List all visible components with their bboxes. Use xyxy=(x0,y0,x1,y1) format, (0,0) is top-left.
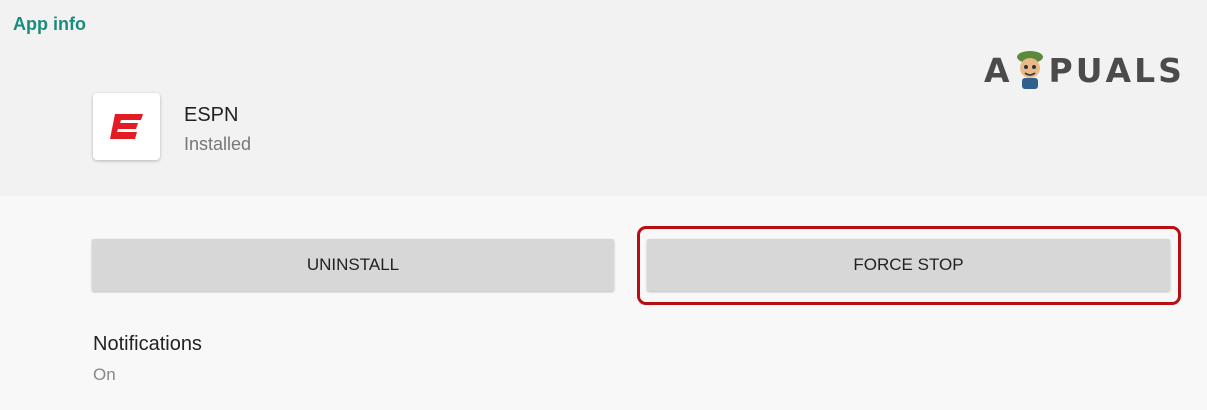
page-title: App info xyxy=(13,14,86,34)
notifications-title: Notifications xyxy=(93,333,202,355)
watermark-letter: A xyxy=(984,50,1013,90)
espn-app-icon xyxy=(93,93,160,160)
watermark-letter: U xyxy=(1075,50,1106,90)
app-name: ESPN xyxy=(184,104,239,126)
uninstall-button[interactable]: UNINSTALL xyxy=(92,239,614,291)
watermark-letter: A xyxy=(1105,50,1135,90)
espn-logo-icon xyxy=(110,114,143,139)
app-install-status: Installed xyxy=(184,134,252,154)
app-header: App info A P U A L S ESPN Installed xyxy=(0,0,1207,196)
appuals-mascot-icon xyxy=(1016,51,1043,89)
force-stop-button[interactable]: FORCE STOP xyxy=(647,239,1170,291)
watermark-letter: L xyxy=(1134,50,1159,90)
watermark-letter: S xyxy=(1158,50,1185,90)
appuals-watermark: A P U A L S xyxy=(984,46,1185,94)
notifications-value: On xyxy=(93,365,116,384)
watermark-letter: P xyxy=(1048,50,1076,90)
